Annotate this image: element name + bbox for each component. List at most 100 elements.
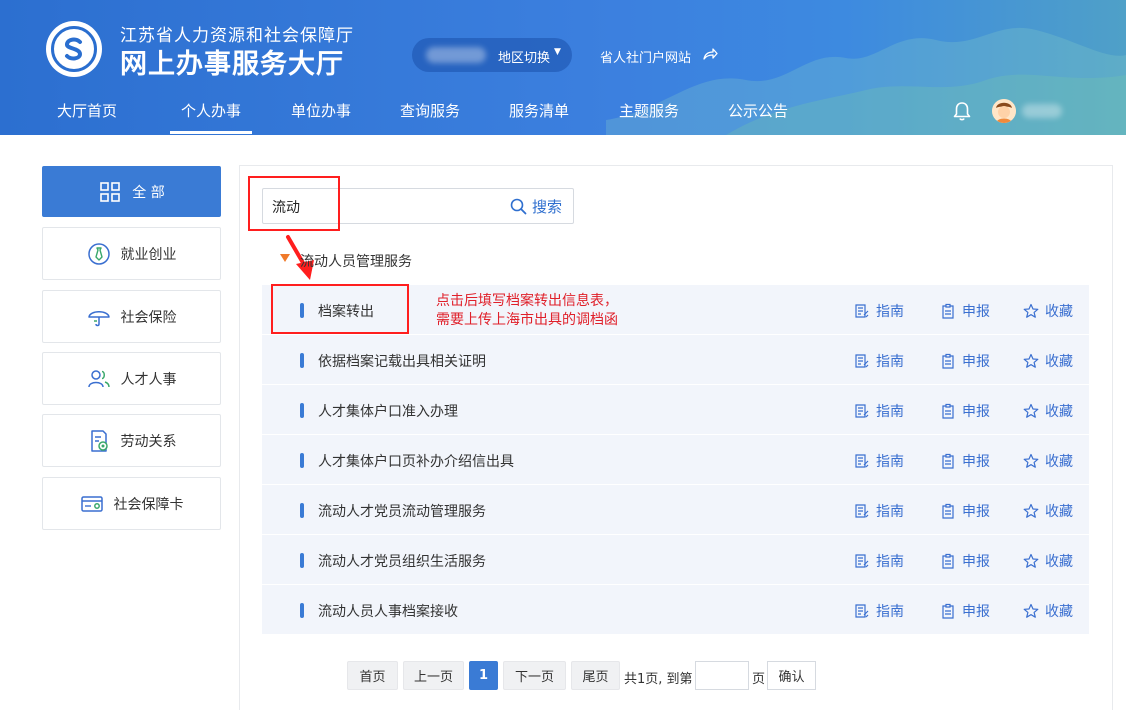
page-number-input[interactable] bbox=[695, 661, 749, 690]
apply-button[interactable]: 申报 bbox=[940, 351, 990, 371]
guide-label: 指南 bbox=[876, 504, 904, 520]
caret-down-icon: ▼ bbox=[554, 47, 561, 57]
apply-label: 申报 bbox=[962, 604, 990, 620]
portal-link[interactable]: 省人社门户网站 bbox=[600, 47, 691, 66]
guide-button[interactable]: 指南 bbox=[854, 551, 904, 571]
service-name[interactable]: 流动人员人事档案接收 bbox=[318, 601, 458, 621]
row-marker bbox=[300, 403, 304, 418]
sidebar-item-label: 社会保障卡 bbox=[113, 496, 184, 513]
guide-icon bbox=[855, 354, 869, 368]
bell-icon[interactable] bbox=[951, 100, 973, 122]
guide-label: 指南 bbox=[876, 304, 904, 320]
clipboard-icon bbox=[942, 303, 954, 319]
clipboard-icon bbox=[942, 453, 954, 469]
caret-down-icon[interactable] bbox=[280, 254, 290, 262]
page-suffix: 页 bbox=[752, 672, 766, 687]
guide-button[interactable]: 指南 bbox=[854, 501, 904, 521]
service-name[interactable]: 人才集体户口准入办理 bbox=[318, 401, 458, 421]
guide-button[interactable]: 指南 bbox=[854, 451, 904, 471]
username-blurred bbox=[1022, 104, 1062, 118]
nav-home[interactable]: 大厅首页 bbox=[57, 100, 117, 121]
sidebar-item-label: 劳动关系 bbox=[120, 433, 177, 450]
service-name[interactable]: 流动人才党员组织生活服务 bbox=[318, 551, 486, 571]
apply-label: 申报 bbox=[962, 304, 990, 320]
nav-service-list[interactable]: 服务清单 bbox=[509, 100, 569, 121]
list-item[interactable]: 流动人才党员流动管理服务 指南 申报 收藏 bbox=[262, 485, 1089, 535]
sidebar-item-label: 人才人事 bbox=[120, 371, 177, 388]
region-current-blurred bbox=[426, 47, 486, 63]
nav-company[interactable]: 单位办事 bbox=[291, 100, 351, 121]
apply-button[interactable]: 申报 bbox=[940, 401, 990, 421]
sidebar-item-labor-relations[interactable]: 劳动关系 bbox=[42, 414, 221, 467]
prev-page-button[interactable]: 上一页 bbox=[403, 661, 464, 690]
list-item[interactable]: 依据档案记载出具相关证明 指南 申报 收藏 bbox=[262, 335, 1089, 385]
list-item[interactable]: 人才集体户口页补办介绍信出具 指南 申报 收藏 bbox=[262, 435, 1089, 485]
guide-button[interactable]: 指南 bbox=[854, 401, 904, 421]
star-icon bbox=[1023, 503, 1039, 518]
favorite-button[interactable]: 收藏 bbox=[1023, 501, 1073, 521]
apply-button[interactable]: 申报 bbox=[940, 551, 990, 571]
guide-icon bbox=[855, 304, 869, 318]
share-icon[interactable] bbox=[702, 46, 718, 62]
row-marker bbox=[300, 503, 304, 518]
favorite-label: 收藏 bbox=[1045, 454, 1073, 470]
apply-button[interactable]: 申报 bbox=[940, 501, 990, 521]
favorite-label: 收藏 bbox=[1045, 304, 1073, 320]
first-page-button[interactable]: 首页 bbox=[347, 661, 398, 690]
favorite-button[interactable]: 收藏 bbox=[1023, 551, 1073, 571]
sidebar-item-talent[interactable]: 人才人事 bbox=[42, 352, 221, 405]
star-icon bbox=[1023, 553, 1039, 568]
favorite-label: 收藏 bbox=[1045, 554, 1073, 570]
sidebar-item-social-card[interactable]: 社会保障卡 bbox=[42, 477, 221, 530]
card-icon bbox=[80, 495, 103, 512]
favorite-button[interactable]: 收藏 bbox=[1023, 301, 1073, 321]
site-logo[interactable] bbox=[46, 21, 102, 77]
service-list: 档案转出 指南 申报 收藏 依据档案记载出具相关证明 指南 申报 收藏 人才集体… bbox=[262, 285, 1089, 635]
service-name[interactable]: 流动人才党员流动管理服务 bbox=[318, 501, 486, 521]
last-page-button[interactable]: 尾页 bbox=[571, 661, 620, 690]
nav-personal[interactable]: 个人办事 bbox=[181, 100, 241, 121]
apply-label: 申报 bbox=[962, 454, 990, 470]
sidebar-item-label: 就业创业 bbox=[120, 246, 177, 263]
category-title[interactable]: 流动人员管理服务 bbox=[300, 251, 412, 271]
guide-button[interactable]: 指南 bbox=[854, 351, 904, 371]
logo-emblem-icon bbox=[51, 26, 97, 72]
guide-button[interactable]: 指南 bbox=[854, 601, 904, 621]
apply-button[interactable]: 申报 bbox=[940, 601, 990, 621]
apply-label: 申报 bbox=[962, 504, 990, 520]
star-icon bbox=[1023, 403, 1039, 418]
sidebar-item-employment[interactable]: 就业创业 bbox=[42, 227, 221, 280]
nav-notice[interactable]: 公示公告 bbox=[728, 100, 788, 121]
sidebar-item-all[interactable]: 全 部 bbox=[42, 166, 221, 217]
list-item[interactable]: 人才集体户口准入办理 指南 申报 收藏 bbox=[262, 385, 1089, 435]
region-switcher[interactable]: 地区切换 ▼ bbox=[412, 38, 572, 72]
service-name[interactable]: 依据档案记载出具相关证明 bbox=[318, 351, 486, 371]
nav-query[interactable]: 查询服务 bbox=[400, 100, 460, 121]
favorite-button[interactable]: 收藏 bbox=[1023, 401, 1073, 421]
row-marker bbox=[300, 553, 304, 568]
favorite-button[interactable]: 收藏 bbox=[1023, 451, 1073, 471]
top-header: 江苏省人力资源和社会保障厅 网上办事服务大厅 地区切换 ▼ 省人社门户网站 大厅… bbox=[0, 0, 1126, 135]
search-button[interactable]: 搜索 bbox=[510, 196, 562, 216]
guide-button[interactable]: 指南 bbox=[854, 301, 904, 321]
favorite-button[interactable]: 收藏 bbox=[1023, 601, 1073, 621]
list-item[interactable]: 流动人才党员组织生活服务 指南 申报 收藏 bbox=[262, 535, 1089, 585]
current-page-button[interactable]: 1 bbox=[469, 661, 498, 690]
star-icon bbox=[1023, 303, 1039, 318]
avatar[interactable] bbox=[992, 99, 1016, 123]
next-page-button[interactable]: 下一页 bbox=[503, 661, 566, 690]
apply-label: 申报 bbox=[962, 554, 990, 570]
guide-label: 指南 bbox=[876, 454, 904, 470]
guide-label: 指南 bbox=[876, 604, 904, 620]
nav-active-indicator bbox=[170, 131, 252, 134]
sidebar-item-social-insurance[interactable]: 社会保险 bbox=[42, 290, 221, 343]
apply-button[interactable]: 申报 bbox=[940, 451, 990, 471]
favorite-label: 收藏 bbox=[1045, 404, 1073, 420]
service-name[interactable]: 人才集体户口页补办介绍信出具 bbox=[318, 451, 514, 471]
favorite-button[interactable]: 收藏 bbox=[1023, 351, 1073, 371]
list-item[interactable]: 流动人员人事档案接收 指南 申报 收藏 bbox=[262, 585, 1089, 635]
star-icon bbox=[1023, 353, 1039, 368]
apply-button[interactable]: 申报 bbox=[940, 301, 990, 321]
confirm-page-button[interactable]: 确认 bbox=[767, 661, 816, 690]
nav-theme[interactable]: 主题服务 bbox=[619, 100, 679, 121]
